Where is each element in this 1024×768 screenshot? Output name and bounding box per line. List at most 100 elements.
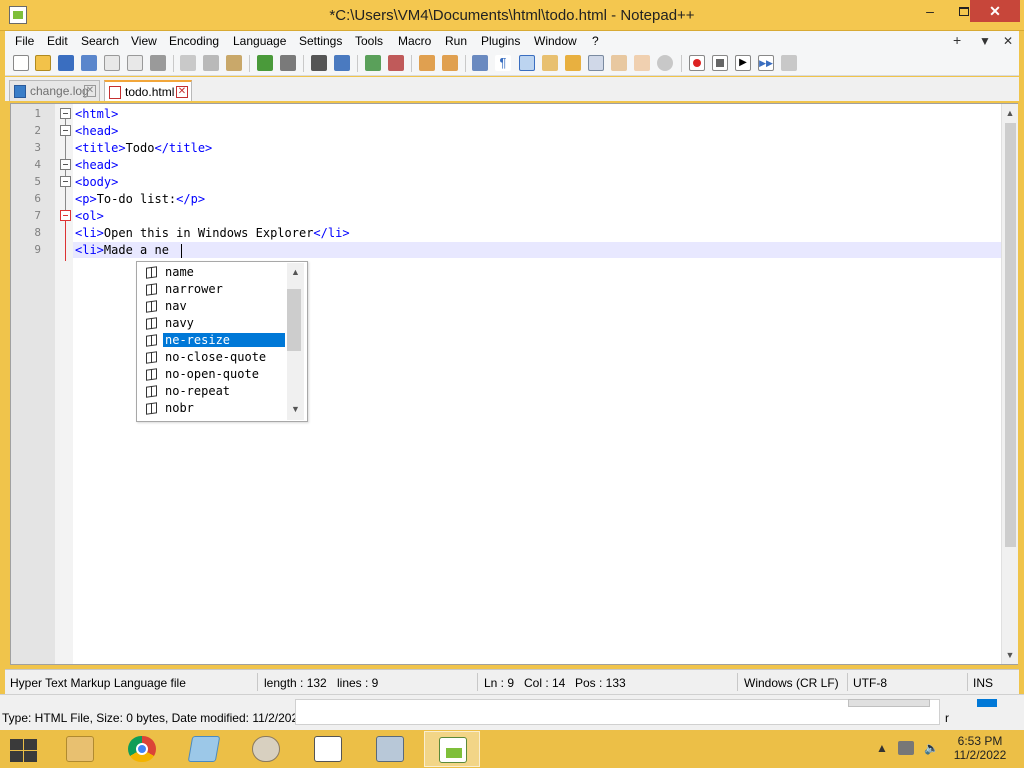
save-all-icon[interactable]	[81, 55, 97, 71]
scroll-up-icon[interactable]: ▲	[1005, 108, 1015, 118]
autocomplete-item-selected[interactable]: ne-resize	[137, 332, 287, 349]
close-file-icon[interactable]	[104, 55, 120, 71]
close-tab-icon[interactable]: ✕	[176, 86, 188, 98]
menu-macro[interactable]: Macro	[398, 34, 431, 48]
menu-run[interactable]: Run	[445, 34, 467, 48]
word-wrap-icon[interactable]	[472, 55, 488, 71]
status-encoding[interactable]: UTF-8	[853, 676, 887, 690]
autocomplete-item[interactable]: narrower	[137, 281, 287, 298]
system-clock[interactable]: 6:53 PM 11/2/2022	[940, 734, 1020, 762]
vertical-scrollbar[interactable]: ▲ ▼	[1001, 104, 1018, 664]
close-tab-icon[interactable]: ✕	[84, 85, 96, 97]
taskbar-notepad[interactable]	[176, 731, 232, 767]
show-all-characters-icon[interactable]: ¶	[495, 55, 511, 71]
stop-recording-icon[interactable]	[712, 55, 728, 71]
menu-plugins[interactable]: Plugins	[481, 34, 520, 48]
network-icon[interactable]	[898, 741, 914, 755]
playback-icon[interactable]: ▶	[735, 55, 751, 71]
record-macro-icon[interactable]	[689, 55, 705, 71]
save-icon[interactable]	[58, 55, 74, 71]
scroll-up-icon[interactable]: ▲	[290, 267, 301, 277]
status-file-type: Hyper Text Markup Language file	[10, 676, 186, 690]
status-insert-mode[interactable]: INS	[973, 676, 993, 690]
run-multiple-icon[interactable]: ▶▶	[758, 55, 774, 71]
taskbar-task-manager[interactable]	[300, 731, 356, 767]
scroll-down-icon[interactable]: ▼	[290, 404, 301, 414]
tab-list-dropdown[interactable]: ▼	[979, 34, 991, 48]
fold-toggle-icon[interactable]	[60, 125, 71, 136]
fold-toggle-icon[interactable]	[60, 210, 71, 221]
fold-toggle-icon[interactable]	[60, 108, 71, 119]
menu-edit[interactable]: Edit	[47, 34, 68, 48]
menu-view[interactable]: View	[131, 34, 157, 48]
status-position: Pos : 133	[575, 676, 626, 690]
sync-horizontal-icon[interactable]	[442, 55, 458, 71]
code-line-current: <li>Made a ne	[75, 243, 169, 257]
fold-toggle-icon[interactable]	[60, 176, 71, 187]
zoom-out-icon[interactable]	[388, 55, 404, 71]
menu-settings[interactable]: Settings	[299, 34, 342, 48]
menu-encoding[interactable]: Encoding	[169, 34, 219, 48]
cut-icon[interactable]	[180, 55, 196, 71]
folder-workspace-icon[interactable]	[634, 55, 650, 71]
sync-vertical-icon[interactable]	[419, 55, 435, 71]
scroll-down-icon[interactable]: ▼	[1005, 650, 1015, 660]
menu-tools[interactable]: Tools	[355, 34, 383, 48]
background-button[interactable]	[848, 699, 930, 707]
autocomplete-item[interactable]: navy	[137, 315, 287, 332]
function-list-icon[interactable]	[611, 55, 627, 71]
autocomplete-item[interactable]: no-close-quote	[137, 349, 287, 366]
show-hidden-icons-icon[interactable]: ▲	[876, 741, 888, 755]
fold-toggle-icon[interactable]	[60, 159, 71, 170]
copy-icon[interactable]	[203, 55, 219, 71]
udl-icon[interactable]	[542, 55, 558, 71]
autocomplete-item[interactable]: nobr	[137, 400, 287, 417]
autocomplete-item[interactable]: no-repeat	[137, 383, 287, 400]
monitoring-icon[interactable]	[657, 55, 673, 71]
find-icon[interactable]	[311, 55, 327, 71]
print-icon[interactable]	[150, 55, 166, 71]
replace-icon[interactable]	[334, 55, 350, 71]
open-file-icon[interactable]	[35, 55, 51, 71]
taskbar-notepadpp[interactable]	[424, 731, 480, 767]
volume-icon[interactable]: 🔈	[924, 741, 939, 755]
redo-icon[interactable]	[280, 55, 296, 71]
paste-icon[interactable]	[226, 55, 242, 71]
taskbar-chrome[interactable]	[114, 731, 170, 767]
menu-file[interactable]: File	[15, 34, 34, 48]
autocomplete-item[interactable]: no-open-quote	[137, 366, 287, 383]
menu-window[interactable]: Window	[534, 34, 577, 48]
menu-help[interactable]: ?	[592, 34, 599, 48]
scrollbar-thumb[interactable]	[1005, 123, 1016, 547]
indent-guide-icon[interactable]	[519, 55, 535, 71]
menu-search[interactable]: Search	[81, 34, 119, 48]
scrollbar-thumb[interactable]	[287, 289, 301, 351]
new-tab-button[interactable]: +	[953, 32, 961, 48]
close-all-icon[interactable]	[127, 55, 143, 71]
tab-change-log[interactable]: change.log ✕	[9, 80, 100, 101]
tab-todo-html[interactable]: todo.html ✕	[104, 80, 192, 101]
autocomplete-item[interactable]: nav	[137, 298, 287, 315]
line-number: 6	[34, 192, 41, 205]
minimize-button[interactable]: –	[916, 0, 944, 22]
autocomplete-scrollbar[interactable]: ▲ ▼	[287, 263, 304, 420]
undo-icon[interactable]	[257, 55, 273, 71]
autocomplete-popup[interactable]: name narrower nav navy ne-resize no-clos…	[136, 261, 308, 422]
taskbar-paint[interactable]	[238, 731, 294, 767]
document-list-icon[interactable]	[588, 55, 604, 71]
menu-language[interactable]: Language	[233, 34, 286, 48]
fold-margin[interactable]	[55, 104, 73, 664]
close-document-button[interactable]: ✕	[1003, 34, 1013, 48]
toolbar: ¶ ▶ ▶▶	[5, 51, 1019, 76]
document-map-icon[interactable]	[565, 55, 581, 71]
save-macro-icon[interactable]	[781, 55, 797, 71]
status-eol-format[interactable]: Windows (CR LF)	[744, 676, 839, 690]
taskbar-remote-desktop[interactable]	[362, 731, 418, 767]
taskbar-file-explorer[interactable]	[52, 731, 108, 767]
new-file-icon[interactable]	[13, 55, 29, 71]
menu-bar: File Edit Search View Encoding Language …	[5, 31, 1019, 51]
start-button[interactable]	[8, 737, 38, 763]
autocomplete-item[interactable]: name	[137, 264, 287, 281]
zoom-in-icon[interactable]	[365, 55, 381, 71]
close-button[interactable]: ✕	[970, 0, 1020, 22]
